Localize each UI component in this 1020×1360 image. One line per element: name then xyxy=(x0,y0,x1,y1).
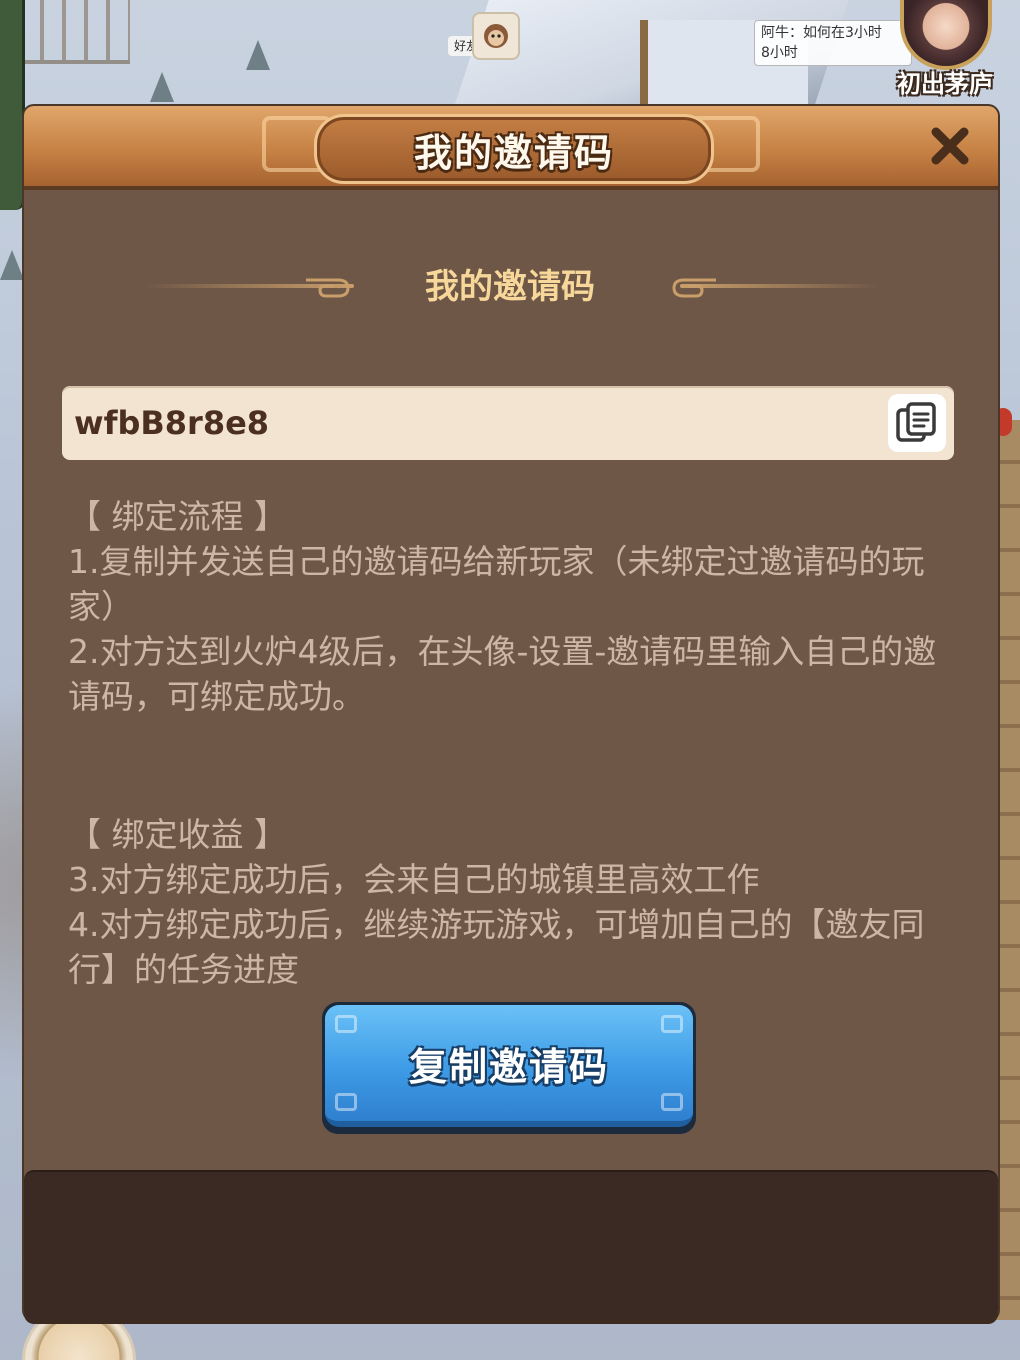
copy-code-icon-button[interactable] xyxy=(888,394,946,452)
dialog-header: 我的邀请码 xyxy=(24,106,998,190)
bind-process-header: 【 绑定流程 】 xyxy=(68,497,287,536)
invite-code-dialog: 我的邀请码 我的邀请码 wfbB8r8e8 【 绑定流程 】 1.复制并发送自己… xyxy=(24,106,998,1320)
copy-invite-code-button[interactable]: 复制邀请码 xyxy=(322,1002,696,1134)
chat-bubble[interactable]: 阿牛：如何在3小时 8小时 xyxy=(754,20,912,66)
game-screen: 好友 阿牛：如何在3小时 8小时 初出茅庐 我的邀请码 我的邀请码 wfbB8r… xyxy=(0,0,1020,1360)
bind-process-step-1: 1.复制并发送自己的邀请码给新玩家（未绑定过邀请码的玩家） xyxy=(68,542,925,626)
ornament-scroll-left-icon xyxy=(306,278,350,298)
background-tree xyxy=(0,250,24,280)
button-corner-ornament xyxy=(661,1093,683,1111)
subtitle: 我的邀请码 xyxy=(425,267,595,307)
bind-process-section: 【 绑定流程 】 1.复制并发送自己的邀请码给新玩家（未绑定过邀请码的玩家） 2… xyxy=(68,494,948,719)
monkey-face-icon xyxy=(484,24,508,48)
background-tree xyxy=(246,40,270,70)
button-corner-ornament xyxy=(335,1093,357,1111)
bind-process-step-2: 2.对方达到火炉4级后，在头像-设置-邀请码里输入自己的邀请码，可绑定成功。 xyxy=(68,632,937,716)
dialog-footer xyxy=(24,1170,998,1320)
copy-icon xyxy=(896,402,936,442)
close-button[interactable] xyxy=(924,120,976,172)
copy-button-label: 复制邀请码 xyxy=(408,1044,609,1089)
invite-code-field[interactable]: wfbB8r8e8 xyxy=(62,386,954,460)
copy-button-face: 复制邀请码 xyxy=(325,1005,693,1127)
bind-benefit-step-4: 4.对方绑定成功后，继续游玩游戏，可增加自己的【邀友同行】的任务进度 xyxy=(68,905,925,989)
button-corner-ornament xyxy=(335,1015,357,1033)
background-tree xyxy=(150,72,174,102)
button-corner-ornament xyxy=(661,1015,683,1033)
dialog-title: 我的邀请码 xyxy=(413,130,614,175)
background-wall xyxy=(996,420,1020,1320)
header-title-plaque: 我的邀请码 xyxy=(314,114,714,184)
npc-avatar[interactable] xyxy=(472,12,520,60)
player-avatar[interactable] xyxy=(900,0,992,70)
section-subheader: 我的邀请码 xyxy=(24,262,998,312)
ornament-line-right xyxy=(680,284,880,288)
player-rank-title: 初出茅庐 xyxy=(897,70,993,98)
bind-benefit-section: 【 绑定收益 】 3.对方绑定成功后，会来自己的城镇里高效工作 4.对方绑定成功… xyxy=(68,812,948,992)
bind-benefit-header: 【 绑定收益 】 xyxy=(68,815,287,854)
invite-code-value[interactable]: wfbB8r8e8 xyxy=(74,386,269,460)
left-side-tab xyxy=(0,0,25,210)
bind-benefit-step-3: 3.对方绑定成功后，会来自己的城镇里高效工作 xyxy=(68,860,760,899)
close-icon xyxy=(931,127,969,165)
